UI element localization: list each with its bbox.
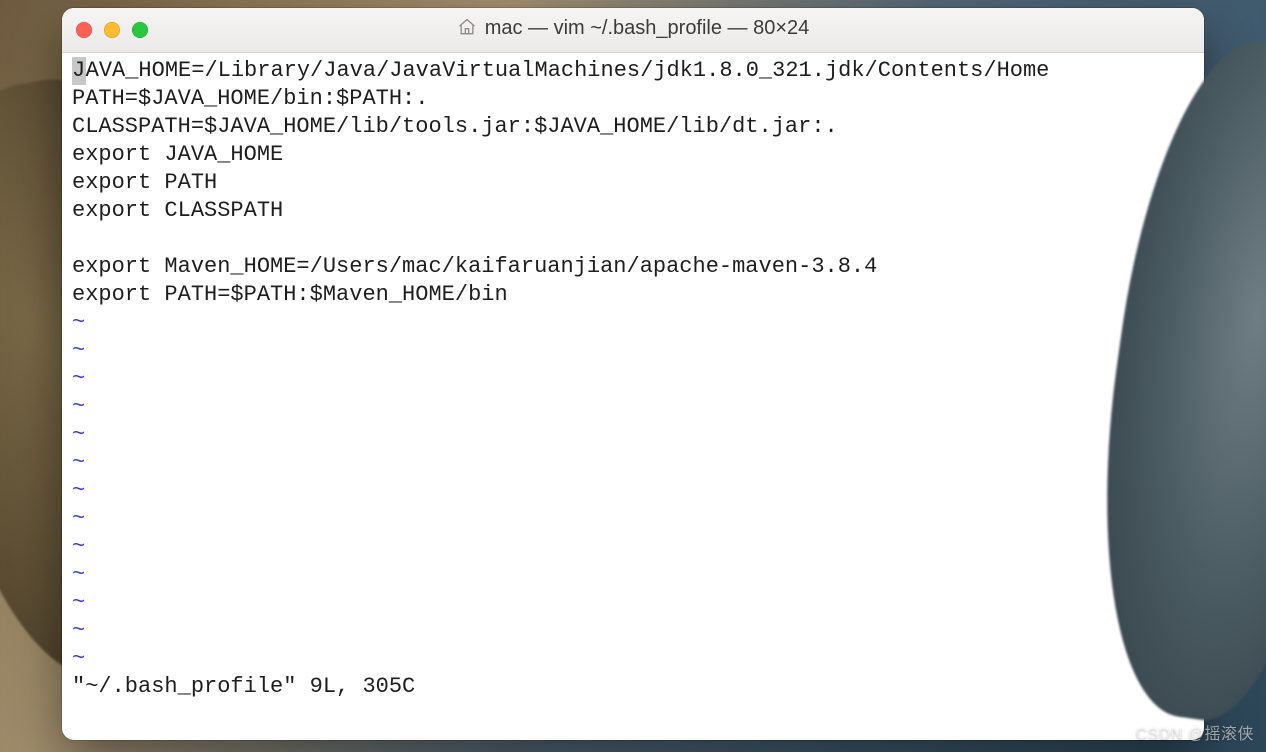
vim-tilde: ~: [72, 394, 85, 419]
file-line: export Maven_HOME=/Users/mac/kaifaruanji…: [72, 254, 877, 279]
file-line: JAVA_HOME=/Library/Java/JavaVirtualMachi…: [72, 58, 1049, 83]
titlebar[interactable]: mac — vim ~/.bash_profile — 80×24: [62, 8, 1204, 53]
cursor: J: [72, 57, 86, 85]
vim-tilde: ~: [72, 310, 85, 335]
minimize-button[interactable]: [104, 22, 120, 38]
file-line: export PATH=$PATH:$Maven_HOME/bin: [72, 282, 508, 307]
file-line: PATH=$JAVA_HOME/bin:$PATH:.: [72, 86, 428, 111]
file-line: export PATH: [72, 170, 217, 195]
vim-tilde: ~: [72, 366, 85, 391]
vim-tilde: ~: [72, 338, 85, 363]
vim-status-line: "~/.bash_profile" 9L, 305C: [72, 674, 415, 699]
line-text: AVA_HOME=/Library/Java/JavaVirtualMachin…: [86, 58, 1050, 83]
home-icon: [457, 17, 477, 43]
close-button[interactable]: [76, 22, 92, 38]
vim-tilde: ~: [72, 478, 85, 503]
vim-tilde: ~: [72, 450, 85, 475]
vim-tilde: ~: [72, 618, 85, 643]
desktop-wallpaper: mac — vim ~/.bash_profile — 80×24 JAVA_H…: [0, 0, 1266, 752]
vim-tilde: ~: [72, 506, 85, 531]
file-line: CLASSPATH=$JAVA_HOME/lib/tools.jar:$JAVA…: [72, 114, 838, 139]
file-line: export JAVA_HOME: [72, 142, 283, 167]
window-title: mac — vim ~/.bash_profile — 80×24: [62, 17, 1204, 43]
vim-tilde: ~: [72, 590, 85, 615]
traffic-lights: [76, 22, 148, 38]
vim-tilde: ~: [72, 562, 85, 587]
vim-tilde: ~: [72, 422, 85, 447]
window-title-text: mac — vim ~/.bash_profile — 80×24: [485, 17, 810, 39]
vim-tilde: ~: [72, 534, 85, 559]
terminal-content[interactable]: JAVA_HOME=/Library/Java/JavaVirtualMachi…: [62, 53, 1204, 740]
file-line: export CLASSPATH: [72, 198, 283, 223]
watermark-text: CSDN @摇滚侠: [1135, 720, 1254, 744]
zoom-button[interactable]: [132, 22, 148, 38]
terminal-window: mac — vim ~/.bash_profile — 80×24 JAVA_H…: [62, 8, 1204, 740]
vim-tilde: ~: [72, 646, 85, 671]
